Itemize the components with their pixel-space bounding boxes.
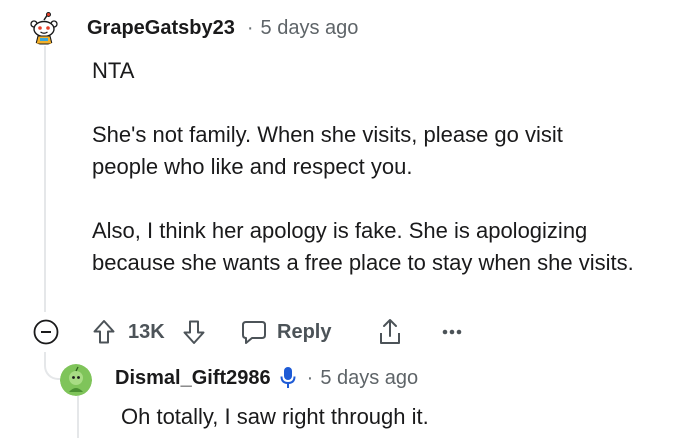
green-snoo-avatar-icon[interactable] bbox=[60, 364, 92, 396]
share-button[interactable] bbox=[375, 316, 405, 348]
reply-body: Oh totally, I saw right through it. bbox=[121, 401, 681, 433]
comment-timestamp: 5 days ago bbox=[260, 16, 359, 39]
vote-count-wrapper: 13K bbox=[128, 318, 165, 346]
downvote-arrow-icon bbox=[183, 320, 205, 344]
reply-header: Dismal_Gift2986 · 5 days ago bbox=[115, 364, 418, 392]
thread-line-main bbox=[44, 46, 46, 312]
upvote-button[interactable] bbox=[92, 317, 116, 347]
chat-bubble-icon bbox=[242, 321, 266, 344]
comment-body: NTA She's not family. When she visits, p… bbox=[92, 55, 682, 279]
comment-paragraph: Also, I think her apology is fake. She i… bbox=[92, 218, 634, 275]
comment-username[interactable]: GrapeGatsby23 bbox=[87, 17, 235, 40]
comment-paragraph: NTA bbox=[92, 58, 135, 83]
share-icon bbox=[380, 319, 400, 344]
snoo-avatar-icon[interactable] bbox=[27, 11, 61, 45]
separator-dot: · bbox=[246, 16, 254, 39]
comment-action-bar: 13K Reply bbox=[32, 312, 492, 352]
comment-header: GrapeGatsby23 · 5 days ago bbox=[87, 14, 358, 42]
more-options-icon bbox=[442, 329, 462, 335]
thread-line-reply-child bbox=[77, 392, 79, 438]
more-options-button[interactable] bbox=[440, 320, 464, 344]
upvote-arrow-icon bbox=[93, 320, 115, 344]
separator-dot: · bbox=[306, 366, 314, 389]
collapse-button[interactable] bbox=[32, 318, 60, 346]
reply-username[interactable]: Dismal_Gift2986 bbox=[115, 367, 271, 390]
reply-timestamp: 5 days ago bbox=[320, 366, 419, 389]
reply-text: Oh totally, I saw right through it. bbox=[121, 404, 429, 429]
comment-paragraph: She's not family. When she visits, pleas… bbox=[92, 122, 563, 179]
downvote-button[interactable] bbox=[182, 317, 206, 347]
reply-button[interactable]: Reply bbox=[240, 317, 331, 347]
reply-label: Reply bbox=[277, 320, 332, 343]
microphone-icon bbox=[280, 366, 296, 390]
collapse-minus-icon bbox=[33, 319, 59, 345]
vote-count: 13K bbox=[128, 320, 165, 343]
